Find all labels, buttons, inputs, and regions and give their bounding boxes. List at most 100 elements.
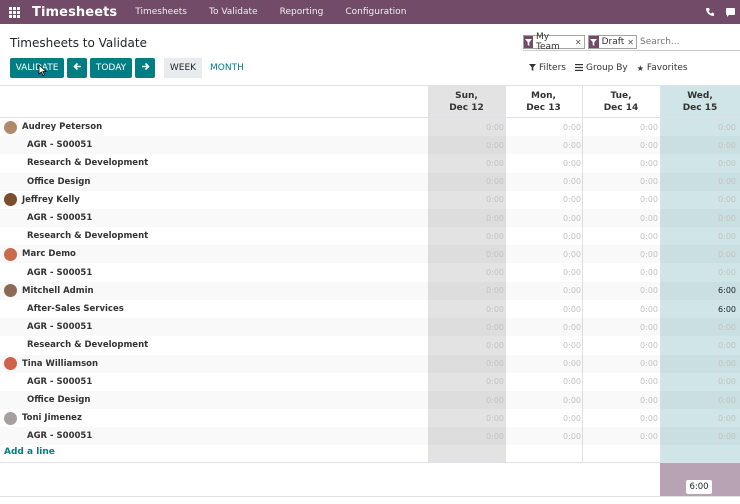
hours-cell[interactable]: 0:00 xyxy=(618,191,658,209)
today-button[interactable]: TODAY xyxy=(90,58,132,78)
hours-cell[interactable]: 0:00 xyxy=(696,209,736,227)
hours-cell[interactable]: 0:00 xyxy=(618,300,658,318)
hours-cell[interactable]: 0:00 xyxy=(541,373,581,391)
close-icon[interactable]: ✕ xyxy=(575,38,584,47)
hours-cell[interactable]: 0:00 xyxy=(464,209,504,227)
hours-cell[interactable]: 0:00 xyxy=(618,355,658,373)
hours-cell[interactable]: 0:00 xyxy=(464,300,504,318)
hours-cell[interactable]: 0:00 xyxy=(464,154,504,172)
hours-cell[interactable]: 0:00 xyxy=(464,427,504,445)
hours-cell[interactable]: 0:00 xyxy=(541,355,581,373)
hours-cell[interactable]: 0:00 xyxy=(464,282,504,300)
validate-button[interactable]: VALIDATE xyxy=(10,58,64,78)
hours-cell[interactable]: 0:00 xyxy=(541,118,581,136)
task-row: AGR - S00051 0:00 0:00 0:00 0:00 xyxy=(0,318,740,336)
hours-cell[interactable]: 0:00 xyxy=(464,136,504,154)
hours-cell[interactable]: 0:00 xyxy=(541,318,581,336)
hours-cell[interactable]: 0:00 xyxy=(618,118,658,136)
hours-cell[interactable]: 0:00 xyxy=(696,409,736,427)
hours-cell[interactable]: 0:00 xyxy=(541,191,581,209)
hours-cell[interactable]: 0:00 xyxy=(696,173,736,191)
chat-icon[interactable] xyxy=(720,2,740,22)
hours-cell[interactable]: 0:00 xyxy=(541,427,581,445)
hours-cell[interactable]: 0:00 xyxy=(464,173,504,191)
phone-icon[interactable] xyxy=(700,2,720,22)
hours-cell[interactable]: 0:00 xyxy=(464,318,504,336)
hours-cell[interactable]: 0:00 xyxy=(541,409,581,427)
task-label: Office Design xyxy=(27,173,90,191)
hours-cell[interactable]: 0:00 xyxy=(696,355,736,373)
hours-cell[interactable]: 0:00 xyxy=(696,154,736,172)
next-button[interactable] xyxy=(135,58,155,78)
hours-cell[interactable]: 0:00 xyxy=(464,373,504,391)
hours-cell[interactable]: 0:00 xyxy=(618,427,658,445)
group-by-toggle[interactable]: Group By xyxy=(574,63,628,73)
row-label-text: Marc Demo xyxy=(22,249,76,260)
hours-cell[interactable]: 0:00 xyxy=(618,336,658,354)
hours-cell[interactable]: 0:00 xyxy=(696,318,736,336)
filters-toggle[interactable]: Filters xyxy=(529,63,566,73)
hours-cell[interactable]: 0:00 xyxy=(696,191,736,209)
hours-cell[interactable]: 0:00 xyxy=(541,209,581,227)
hours-cell[interactable]: 0:00 xyxy=(464,355,504,373)
hours-cell[interactable]: 0:00 xyxy=(464,118,504,136)
hours-cell[interactable]: 6:00 xyxy=(696,300,736,318)
hours-cell[interactable]: 0:00 xyxy=(696,391,736,409)
hours-cell[interactable]: 0:00 xyxy=(618,245,658,263)
menu-reporting[interactable]: Reporting xyxy=(280,7,324,17)
hours-cell[interactable]: 0:00 xyxy=(618,264,658,282)
search-input[interactable] xyxy=(640,35,740,49)
hours-cell[interactable]: 0:00 xyxy=(541,264,581,282)
facet-my-team[interactable]: My Team ✕ xyxy=(523,32,585,52)
hours-cell[interactable]: 0:00 xyxy=(464,227,504,245)
hours-cell[interactable]: 0:00 xyxy=(541,391,581,409)
hours-cell[interactable]: 0:00 xyxy=(696,427,736,445)
hours-cell[interactable]: 0:00 xyxy=(618,409,658,427)
hours-cell[interactable]: 0:00 xyxy=(541,136,581,154)
hours-cell[interactable]: 0:00 xyxy=(541,336,581,354)
hours-cell[interactable]: 0:00 xyxy=(464,336,504,354)
add-line-link[interactable]: Add a line xyxy=(4,447,55,457)
hours-cell[interactable]: 0:00 xyxy=(541,300,581,318)
hours-cell[interactable]: 0:00 xyxy=(696,264,736,282)
hours-cell[interactable]: 0:00 xyxy=(618,391,658,409)
facet-draft[interactable]: Draft ✕ xyxy=(587,35,637,49)
hours-cell[interactable]: 0:00 xyxy=(541,173,581,191)
menu-to-validate[interactable]: To Validate xyxy=(209,7,258,17)
week-range-button[interactable]: WEEK xyxy=(164,58,202,78)
hours-cell[interactable]: 0:00 xyxy=(618,209,658,227)
hours-cell[interactable]: 6:00 xyxy=(696,282,736,300)
apps-grid-icon[interactable] xyxy=(2,0,26,24)
hours-cell[interactable]: 0:00 xyxy=(696,227,736,245)
close-icon[interactable]: ✕ xyxy=(627,38,636,47)
hours-cell[interactable]: 0:00 xyxy=(541,154,581,172)
favorites-toggle[interactable]: ★ Favorites xyxy=(637,63,688,73)
hours-cell[interactable]: 0:00 xyxy=(618,282,658,300)
hours-cell[interactable]: 0:00 xyxy=(541,245,581,263)
menu-timesheets[interactable]: Timesheets xyxy=(135,7,187,17)
hours-cell[interactable]: 0:00 xyxy=(464,245,504,263)
hours-cell[interactable]: 0:00 xyxy=(618,173,658,191)
hours-cell[interactable]: 0:00 xyxy=(618,318,658,336)
hours-cell[interactable]: 0:00 xyxy=(541,282,581,300)
hours-cell[interactable]: 0:00 xyxy=(696,336,736,354)
hours-cell[interactable]: 0:00 xyxy=(541,227,581,245)
hours-cell[interactable]: 0:00 xyxy=(696,118,736,136)
hours-cell[interactable]: 0:00 xyxy=(464,191,504,209)
hours-cell[interactable]: 0:00 xyxy=(618,154,658,172)
avatar xyxy=(4,120,17,134)
month-range-button[interactable]: MONTH xyxy=(210,63,244,73)
hours-cell[interactable]: 0:00 xyxy=(696,245,736,263)
menu-configuration[interactable]: Configuration xyxy=(345,7,406,17)
hours-cell[interactable]: 0:00 xyxy=(618,136,658,154)
previous-button[interactable] xyxy=(67,58,87,78)
column-header-wed: Wed, Dec 15 xyxy=(660,86,740,118)
hours-cell[interactable]: 0:00 xyxy=(464,391,504,409)
hours-cell[interactable]: 0:00 xyxy=(618,227,658,245)
hours-cell[interactable]: 0:00 xyxy=(696,136,736,154)
hours-cell[interactable]: 0:00 xyxy=(696,373,736,391)
hours-cell[interactable]: 0:00 xyxy=(464,409,504,427)
hours-cell[interactable]: 0:00 xyxy=(464,264,504,282)
app-title[interactable]: Timesheets xyxy=(32,5,117,20)
hours-cell[interactable]: 0:00 xyxy=(618,373,658,391)
